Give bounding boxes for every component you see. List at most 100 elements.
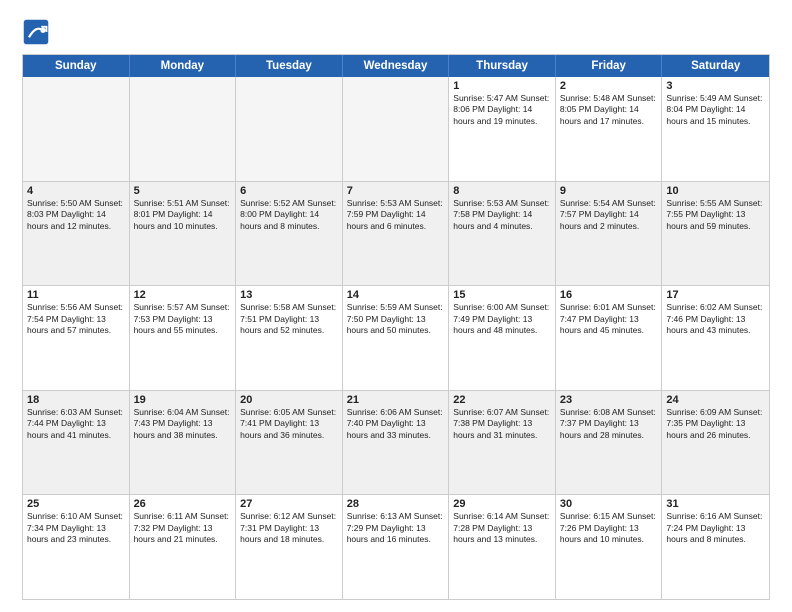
day-cell-6: 6Sunrise: 5:52 AM Sunset: 8:00 PM Daylig… xyxy=(236,182,343,286)
day-number: 2 xyxy=(560,80,658,92)
day-cell-28: 28Sunrise: 6:13 AM Sunset: 7:29 PM Dayli… xyxy=(343,495,450,599)
logo-icon xyxy=(22,18,50,46)
day-cell-29: 29Sunrise: 6:14 AM Sunset: 7:28 PM Dayli… xyxy=(449,495,556,599)
day-number: 28 xyxy=(347,498,445,510)
day-info: Sunrise: 5:52 AM Sunset: 8:00 PM Dayligh… xyxy=(240,198,338,232)
day-info: Sunrise: 6:16 AM Sunset: 7:24 PM Dayligh… xyxy=(666,511,765,545)
day-cell-empty xyxy=(130,77,237,181)
day-number: 11 xyxy=(27,289,125,301)
day-cell-empty xyxy=(343,77,450,181)
weekday-header-wednesday: Wednesday xyxy=(343,55,450,77)
day-info: Sunrise: 6:05 AM Sunset: 7:41 PM Dayligh… xyxy=(240,407,338,441)
day-info: Sunrise: 6:00 AM Sunset: 7:49 PM Dayligh… xyxy=(453,302,551,336)
day-info: Sunrise: 6:12 AM Sunset: 7:31 PM Dayligh… xyxy=(240,511,338,545)
day-info: Sunrise: 5:47 AM Sunset: 8:06 PM Dayligh… xyxy=(453,93,551,127)
day-cell-13: 13Sunrise: 5:58 AM Sunset: 7:51 PM Dayli… xyxy=(236,286,343,390)
day-info: Sunrise: 5:56 AM Sunset: 7:54 PM Dayligh… xyxy=(27,302,125,336)
day-info: Sunrise: 5:53 AM Sunset: 7:58 PM Dayligh… xyxy=(453,198,551,232)
day-cell-empty xyxy=(23,77,130,181)
day-number: 7 xyxy=(347,185,445,197)
page: SundayMondayTuesdayWednesdayThursdayFrid… xyxy=(0,0,792,612)
day-number: 4 xyxy=(27,185,125,197)
day-number: 10 xyxy=(666,185,765,197)
header xyxy=(22,18,770,46)
day-number: 13 xyxy=(240,289,338,301)
day-cell-2: 2Sunrise: 5:48 AM Sunset: 8:05 PM Daylig… xyxy=(556,77,663,181)
day-cell-8: 8Sunrise: 5:53 AM Sunset: 7:58 PM Daylig… xyxy=(449,182,556,286)
day-number: 29 xyxy=(453,498,551,510)
day-cell-31: 31Sunrise: 6:16 AM Sunset: 7:24 PM Dayli… xyxy=(662,495,769,599)
day-cell-27: 27Sunrise: 6:12 AM Sunset: 7:31 PM Dayli… xyxy=(236,495,343,599)
day-info: Sunrise: 6:08 AM Sunset: 7:37 PM Dayligh… xyxy=(560,407,658,441)
day-cell-20: 20Sunrise: 6:05 AM Sunset: 7:41 PM Dayli… xyxy=(236,391,343,495)
day-info: Sunrise: 6:15 AM Sunset: 7:26 PM Dayligh… xyxy=(560,511,658,545)
day-info: Sunrise: 6:14 AM Sunset: 7:28 PM Dayligh… xyxy=(453,511,551,545)
weekday-header-friday: Friday xyxy=(556,55,663,77)
day-number: 3 xyxy=(666,80,765,92)
day-number: 26 xyxy=(134,498,232,510)
day-number: 14 xyxy=(347,289,445,301)
day-cell-11: 11Sunrise: 5:56 AM Sunset: 7:54 PM Dayli… xyxy=(23,286,130,390)
day-number: 9 xyxy=(560,185,658,197)
week-row-3: 11Sunrise: 5:56 AM Sunset: 7:54 PM Dayli… xyxy=(23,286,769,391)
day-info: Sunrise: 6:06 AM Sunset: 7:40 PM Dayligh… xyxy=(347,407,445,441)
day-number: 12 xyxy=(134,289,232,301)
day-number: 25 xyxy=(27,498,125,510)
day-info: Sunrise: 5:48 AM Sunset: 8:05 PM Dayligh… xyxy=(560,93,658,127)
day-number: 27 xyxy=(240,498,338,510)
weekday-header-tuesday: Tuesday xyxy=(236,55,343,77)
weekday-header-thursday: Thursday xyxy=(449,55,556,77)
day-info: Sunrise: 6:01 AM Sunset: 7:47 PM Dayligh… xyxy=(560,302,658,336)
day-number: 5 xyxy=(134,185,232,197)
day-number: 8 xyxy=(453,185,551,197)
calendar-header: SundayMondayTuesdayWednesdayThursdayFrid… xyxy=(23,55,769,77)
day-cell-18: 18Sunrise: 6:03 AM Sunset: 7:44 PM Dayli… xyxy=(23,391,130,495)
day-number: 20 xyxy=(240,394,338,406)
day-cell-7: 7Sunrise: 5:53 AM Sunset: 7:59 PM Daylig… xyxy=(343,182,450,286)
day-info: Sunrise: 6:03 AM Sunset: 7:44 PM Dayligh… xyxy=(27,407,125,441)
day-cell-15: 15Sunrise: 6:00 AM Sunset: 7:49 PM Dayli… xyxy=(449,286,556,390)
day-cell-24: 24Sunrise: 6:09 AM Sunset: 7:35 PM Dayli… xyxy=(662,391,769,495)
day-number: 22 xyxy=(453,394,551,406)
day-number: 6 xyxy=(240,185,338,197)
day-info: Sunrise: 6:07 AM Sunset: 7:38 PM Dayligh… xyxy=(453,407,551,441)
day-info: Sunrise: 6:13 AM Sunset: 7:29 PM Dayligh… xyxy=(347,511,445,545)
day-info: Sunrise: 5:49 AM Sunset: 8:04 PM Dayligh… xyxy=(666,93,765,127)
day-cell-12: 12Sunrise: 5:57 AM Sunset: 7:53 PM Dayli… xyxy=(130,286,237,390)
day-info: Sunrise: 5:53 AM Sunset: 7:59 PM Dayligh… xyxy=(347,198,445,232)
day-info: Sunrise: 5:50 AM Sunset: 8:03 PM Dayligh… xyxy=(27,198,125,232)
weekday-header-saturday: Saturday xyxy=(662,55,769,77)
day-info: Sunrise: 5:55 AM Sunset: 7:55 PM Dayligh… xyxy=(666,198,765,232)
day-number: 19 xyxy=(134,394,232,406)
day-info: Sunrise: 5:59 AM Sunset: 7:50 PM Dayligh… xyxy=(347,302,445,336)
day-number: 1 xyxy=(453,80,551,92)
week-row-1: 1Sunrise: 5:47 AM Sunset: 8:06 PM Daylig… xyxy=(23,77,769,182)
logo xyxy=(22,18,54,46)
day-info: Sunrise: 5:51 AM Sunset: 8:01 PM Dayligh… xyxy=(134,198,232,232)
day-number: 21 xyxy=(347,394,445,406)
week-row-4: 18Sunrise: 6:03 AM Sunset: 7:44 PM Dayli… xyxy=(23,391,769,496)
day-cell-5: 5Sunrise: 5:51 AM Sunset: 8:01 PM Daylig… xyxy=(130,182,237,286)
calendar-body: 1Sunrise: 5:47 AM Sunset: 8:06 PM Daylig… xyxy=(23,77,769,599)
day-number: 17 xyxy=(666,289,765,301)
day-info: Sunrise: 5:58 AM Sunset: 7:51 PM Dayligh… xyxy=(240,302,338,336)
day-cell-17: 17Sunrise: 6:02 AM Sunset: 7:46 PM Dayli… xyxy=(662,286,769,390)
day-number: 30 xyxy=(560,498,658,510)
day-number: 23 xyxy=(560,394,658,406)
day-info: Sunrise: 6:02 AM Sunset: 7:46 PM Dayligh… xyxy=(666,302,765,336)
day-cell-9: 9Sunrise: 5:54 AM Sunset: 7:57 PM Daylig… xyxy=(556,182,663,286)
day-info: Sunrise: 6:11 AM Sunset: 7:32 PM Dayligh… xyxy=(134,511,232,545)
week-row-5: 25Sunrise: 6:10 AM Sunset: 7:34 PM Dayli… xyxy=(23,495,769,599)
weekday-header-sunday: Sunday xyxy=(23,55,130,77)
day-cell-16: 16Sunrise: 6:01 AM Sunset: 7:47 PM Dayli… xyxy=(556,286,663,390)
day-info: Sunrise: 5:54 AM Sunset: 7:57 PM Dayligh… xyxy=(560,198,658,232)
day-cell-empty xyxy=(236,77,343,181)
week-row-2: 4Sunrise: 5:50 AM Sunset: 8:03 PM Daylig… xyxy=(23,182,769,287)
day-cell-1: 1Sunrise: 5:47 AM Sunset: 8:06 PM Daylig… xyxy=(449,77,556,181)
day-info: Sunrise: 6:09 AM Sunset: 7:35 PM Dayligh… xyxy=(666,407,765,441)
day-cell-14: 14Sunrise: 5:59 AM Sunset: 7:50 PM Dayli… xyxy=(343,286,450,390)
day-number: 16 xyxy=(560,289,658,301)
day-cell-4: 4Sunrise: 5:50 AM Sunset: 8:03 PM Daylig… xyxy=(23,182,130,286)
day-number: 31 xyxy=(666,498,765,510)
day-cell-21: 21Sunrise: 6:06 AM Sunset: 7:40 PM Dayli… xyxy=(343,391,450,495)
